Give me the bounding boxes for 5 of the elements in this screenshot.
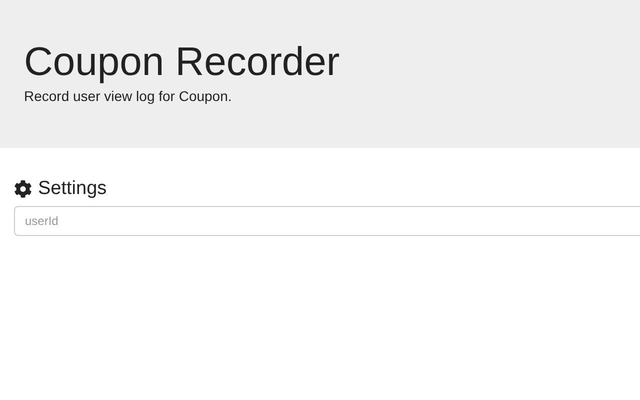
app-subtitle: Record user view log for Coupon. — [24, 88, 233, 104]
section-heading: Settings — [38, 178, 107, 200]
app-title: Coupon Recorder — [24, 39, 341, 86]
settings-icon — [14, 180, 32, 198]
user-id-field[interactable]: userId — [14, 206, 640, 236]
